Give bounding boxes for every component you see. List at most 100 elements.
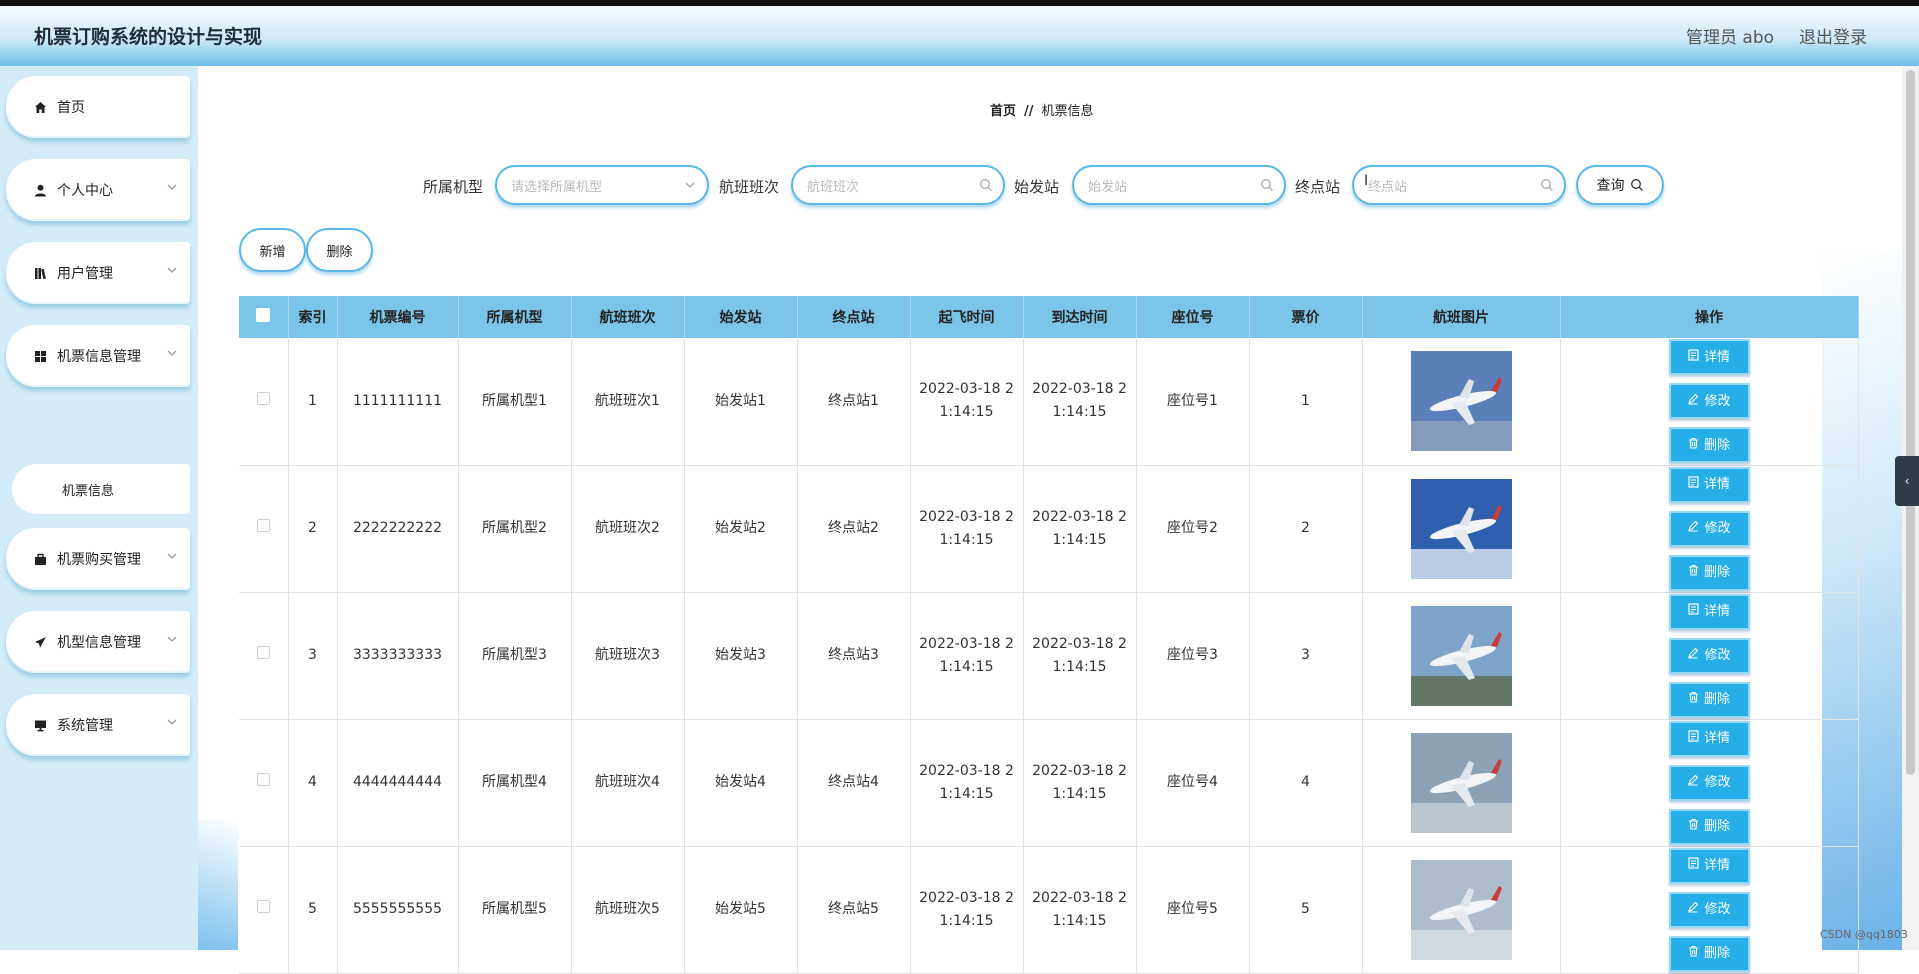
flight-image-cell [1362,465,1561,593]
sidebar-item-user-management[interactable]: 用户管理 [6,242,190,304]
delete-button[interactable]: 删除 [1668,681,1750,718]
price-cell: 2 [1249,465,1363,593]
breadcrumb-home[interactable]: 首页 [990,104,1016,119]
delete-button[interactable]: 删除 [1668,935,1750,972]
flight-image-cell [1362,592,1561,720]
flight-cell: 航班班次2 [571,465,685,593]
delete-button[interactable]: 删除 [1668,554,1750,591]
row-checkbox[interactable] [256,773,270,786]
delete-label: 删除 [1703,565,1730,580]
trash-icon [1688,688,1704,711]
detail-button[interactable]: 详情 [1668,847,1750,884]
detail-icon [1688,854,1704,877]
detail-icon [1688,473,1704,496]
row-select-cell[interactable] [239,719,289,847]
trash-icon [1688,815,1704,838]
sidebar-subitem-ticket-info[interactable]: 机票信息 [12,464,190,514]
row-select-cell[interactable] [239,592,289,720]
edit-button[interactable]: 修改 [1668,383,1750,420]
airplane-photo[interactable] [1410,859,1512,960]
add-button[interactable]: 新增 [239,228,306,272]
operations-cell: 详情 修改 删除 [1560,846,1859,974]
detail-button[interactable]: 详情 [1668,593,1750,630]
table-row: 4 4444444444 所属机型4 航班班次4 始发站4 终点站4 2022-03-18 … [239,719,1859,847]
select-all-checkbox[interactable] [256,308,271,322]
ticket-no-cell: 3333333333 [337,592,459,720]
depart-time-line1: 2022-03-18 2 [919,762,1014,779]
row-checkbox[interactable] [256,519,270,532]
arrive-time-line2: 1:14:15 [1052,404,1107,421]
edit-icon [1687,898,1704,921]
flight-cell: 航班班次3 [571,592,685,720]
chevron-left-icon: ‹ [1904,474,1910,488]
dest-input-placeholder: 终点站 [1368,179,1408,195]
sidebar-item-model-info-management[interactable]: 机型信息管理 [6,611,190,673]
edit-button[interactable]: 修改 [1668,510,1750,547]
edit-label: 修改 [1704,393,1731,409]
edit-icon [1687,390,1704,413]
flight-image-cell [1362,719,1561,847]
delete-button[interactable]: 删除 [1668,427,1750,464]
detail-button[interactable]: 详情 [1668,720,1750,757]
batch-delete-button[interactable]: 删除 [306,228,373,272]
logout-button[interactable]: 退出登录 [1799,23,1867,48]
row-checkbox[interactable] [256,900,270,913]
airplane-photo[interactable] [1410,351,1512,452]
depart-time-line2: 1:14:15 [939,912,994,929]
sidebar-item-ticket-purchase-management[interactable]: 机票购买管理 [6,528,190,590]
scrollbar-thumb[interactable] [1906,70,1915,775]
detail-button[interactable]: 详情 [1668,466,1750,503]
model-select[interactable]: 请选择所属机型 [495,165,709,205]
row-select-cell[interactable] [239,846,289,974]
chevron-down-icon [167,553,177,559]
detail-button[interactable]: 详情 [1668,339,1750,376]
origin-cell: 始发站2 [684,465,798,593]
operations-cell: 详情修改删除 [1560,719,1859,847]
sidebar-item-ticket-info-management[interactable]: 机票信息管理 [6,325,190,387]
depart-time-line2: 1:14:15 [939,404,994,421]
table-row: 5 5555555555 所属机型5 航班班次5 始发站5 终点站5 2022-03-18 … [239,846,1859,974]
airplane-photo[interactable] [1410,605,1512,706]
model-filter-label: 所属机型 [423,178,484,196]
arrive-time-line1: 2022-03-18 2 [1032,508,1127,525]
trash-icon [1688,942,1704,965]
operations-cell: 详情修改删除 [1560,338,1859,466]
collapse-panel-tab[interactable]: ‹ [1895,456,1919,506]
airplane-photo[interactable] [1410,478,1512,579]
sidebar-item-personal-center[interactable]: 个人中心 [6,159,190,221]
delete-button[interactable]: 删除 [1668,808,1750,845]
arrive-time-line2: 1:14:15 [1052,658,1107,675]
row-checkbox[interactable] [256,646,270,659]
arrive-time-cell: 2022-03-18 2 1:14:15 [1023,846,1137,974]
dest-input[interactable]: 终点站 [1352,165,1566,205]
flight-cell: 航班班次5 [571,846,685,974]
header-cell: 座位号 [1136,296,1250,338]
row-checkbox[interactable] [256,391,270,405]
delete-label: 删除 [1703,819,1730,834]
breadcrumb-separator: // [1024,104,1034,119]
airplane-photo[interactable] [1410,732,1512,833]
edit-label: 修改 [1704,775,1731,790]
edit-button[interactable]: 修改 [1668,891,1750,928]
depart-time-line1: 2022-03-18 2 [919,889,1014,906]
dest-filter-label: 终点站 [1295,178,1341,196]
app-title: 机票订购系统的设计与实现 [34,26,263,48]
model-cell: 所属机型2 [458,465,572,593]
query-button[interactable]: 查询 [1576,165,1664,205]
arrive-time-cell: 2022-03-18 2 1:14:15 [1023,592,1137,720]
home-icon [33,100,48,114]
row-select-cell[interactable] [239,465,289,593]
flight-input-placeholder: 航班班次 [807,179,860,195]
flight-input[interactable]: 航班班次 [791,165,1005,205]
edit-button[interactable]: 修改 [1668,764,1750,801]
model-cell: 所属机型5 [458,846,572,974]
delete-label: 删除 [1703,437,1730,453]
sidebar-item-system-management[interactable]: 系统管理 [6,694,190,756]
price-cell: 4 [1249,719,1363,847]
sidebar-item-home[interactable]: 首页 [6,76,190,138]
row-select-cell[interactable] [239,338,289,466]
flight-filter-label: 航班班次 [719,178,780,196]
header-select-all[interactable] [239,296,289,338]
origin-input[interactable]: 始发站 [1072,165,1286,205]
edit-button[interactable]: 修改 [1668,637,1750,674]
